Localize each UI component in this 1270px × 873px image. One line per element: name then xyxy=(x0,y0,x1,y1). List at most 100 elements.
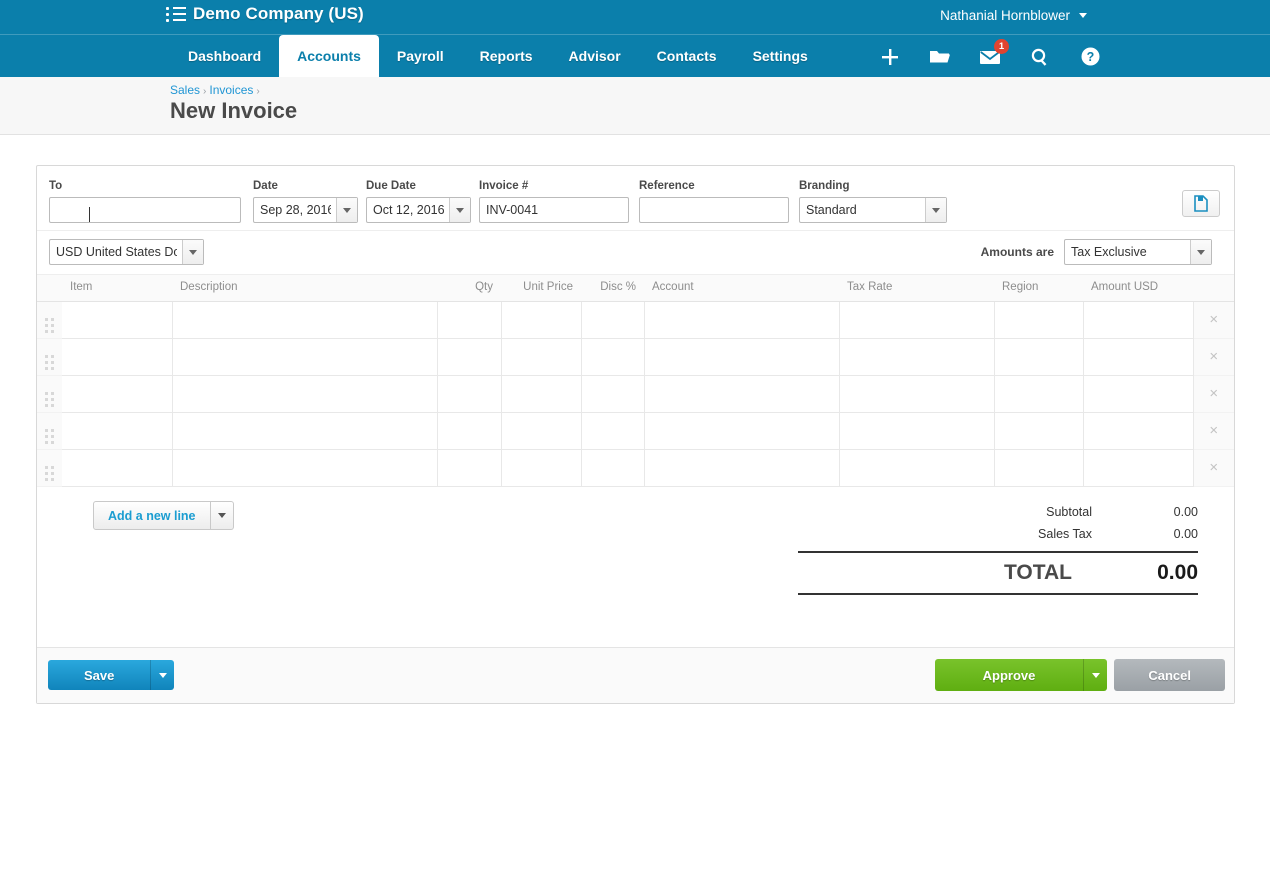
plus-icon[interactable] xyxy=(878,45,902,69)
save-button[interactable]: Save xyxy=(48,660,150,690)
row-delete-button[interactable]: × xyxy=(1193,413,1234,450)
cell-qty[interactable] xyxy=(437,413,501,450)
nav-tab-contacts[interactable]: Contacts xyxy=(639,35,735,78)
cell-amount[interactable] xyxy=(1083,450,1193,487)
close-icon[interactable]: × xyxy=(1209,312,1218,327)
cell-description[interactable] xyxy=(172,302,437,339)
add-new-line-button[interactable]: Add a new line xyxy=(93,501,211,530)
attachment-button[interactable] xyxy=(1182,190,1220,217)
nav-tab-dashboard[interactable]: Dashboard xyxy=(170,35,279,78)
branding-select[interactable] xyxy=(799,197,947,223)
cell-tax-rate[interactable] xyxy=(839,413,994,450)
cell-amount[interactable] xyxy=(1083,302,1193,339)
cell-description[interactable] xyxy=(172,376,437,413)
invoice-number-input[interactable] xyxy=(479,197,629,223)
cell-account[interactable] xyxy=(644,302,839,339)
breadcrumb-link-sales[interactable]: Sales xyxy=(170,83,200,97)
row-delete-button[interactable]: × xyxy=(1193,376,1234,413)
cell-disc[interactable] xyxy=(581,339,644,376)
currency-select[interactable] xyxy=(49,239,204,265)
date-select[interactable] xyxy=(253,197,358,223)
cell-qty[interactable] xyxy=(437,450,501,487)
row-drag-handle[interactable] xyxy=(37,339,62,376)
cell-account[interactable] xyxy=(644,450,839,487)
list-menu-icon[interactable] xyxy=(166,6,186,22)
branding-dropdown-button[interactable] xyxy=(925,198,946,222)
cell-region[interactable] xyxy=(994,450,1083,487)
cell-amount[interactable] xyxy=(1083,376,1193,413)
due-date-dropdown-button[interactable] xyxy=(449,198,470,222)
cell-account[interactable] xyxy=(644,413,839,450)
cell-description[interactable] xyxy=(172,339,437,376)
cell-amount[interactable] xyxy=(1083,413,1193,450)
cell-tax-rate[interactable] xyxy=(839,339,994,376)
envelope-icon[interactable]: 1 xyxy=(978,45,1002,69)
folder-icon[interactable] xyxy=(928,45,952,69)
cell-item[interactable] xyxy=(62,413,172,450)
close-icon[interactable]: × xyxy=(1209,460,1218,475)
row-drag-handle[interactable] xyxy=(37,450,62,487)
amounts-are-select[interactable] xyxy=(1064,239,1212,265)
cell-qty[interactable] xyxy=(437,376,501,413)
cell-qty[interactable] xyxy=(437,339,501,376)
row-delete-button[interactable]: × xyxy=(1193,450,1234,487)
amounts-are-dropdown-button[interactable] xyxy=(1190,240,1211,264)
close-icon[interactable]: × xyxy=(1209,386,1218,401)
nav-tab-reports[interactable]: Reports xyxy=(462,35,551,78)
row-delete-button[interactable]: × xyxy=(1193,339,1234,376)
drag-dots-icon[interactable] xyxy=(45,429,54,444)
cell-tax-rate[interactable] xyxy=(839,302,994,339)
cell-unit-price[interactable] xyxy=(501,339,581,376)
cell-disc[interactable] xyxy=(581,413,644,450)
cell-region[interactable] xyxy=(994,376,1083,413)
date-dropdown-button[interactable] xyxy=(336,198,357,222)
cell-account[interactable] xyxy=(644,376,839,413)
approve-button[interactable]: Approve xyxy=(935,659,1084,691)
cell-tax-rate[interactable] xyxy=(839,376,994,413)
cell-description[interactable] xyxy=(172,450,437,487)
to-input[interactable] xyxy=(49,197,241,223)
cell-disc[interactable] xyxy=(581,376,644,413)
close-icon[interactable]: × xyxy=(1209,349,1218,364)
approve-dropdown-button[interactable] xyxy=(1083,659,1107,691)
nav-tab-accounts[interactable]: Accounts xyxy=(279,35,379,78)
breadcrumb-link-invoices[interactable]: Invoices xyxy=(209,83,253,97)
nav-tab-settings[interactable]: Settings xyxy=(735,35,826,78)
row-drag-handle[interactable] xyxy=(37,376,62,413)
cell-region[interactable] xyxy=(994,302,1083,339)
organisation-name[interactable]: Demo Company (US) xyxy=(193,4,364,24)
cell-unit-price[interactable] xyxy=(501,376,581,413)
cell-tax-rate[interactable] xyxy=(839,450,994,487)
drag-dots-icon[interactable] xyxy=(45,392,54,407)
user-menu[interactable]: Nathanial Hornblower xyxy=(940,8,1087,23)
row-drag-handle[interactable] xyxy=(37,413,62,450)
reference-input[interactable] xyxy=(639,197,789,223)
close-icon[interactable]: × xyxy=(1209,423,1218,438)
cell-disc[interactable] xyxy=(581,450,644,487)
row-delete-button[interactable]: × xyxy=(1193,302,1234,339)
cell-item[interactable] xyxy=(62,339,172,376)
save-dropdown-button[interactable] xyxy=(150,660,174,690)
nav-tab-advisor[interactable]: Advisor xyxy=(551,35,639,78)
cell-unit-price[interactable] xyxy=(501,450,581,487)
nav-tab-payroll[interactable]: Payroll xyxy=(379,35,462,78)
drag-dots-icon[interactable] xyxy=(45,355,54,370)
cell-account[interactable] xyxy=(644,339,839,376)
currency-dropdown-button[interactable] xyxy=(182,240,203,264)
cell-item[interactable] xyxy=(62,450,172,487)
cell-region[interactable] xyxy=(994,339,1083,376)
search-icon[interactable] xyxy=(1028,45,1052,69)
cell-item[interactable] xyxy=(62,376,172,413)
cancel-button[interactable]: Cancel xyxy=(1114,659,1225,691)
row-drag-handle[interactable] xyxy=(37,302,62,339)
add-new-line-dropdown-button[interactable] xyxy=(211,501,234,530)
cell-amount[interactable] xyxy=(1083,339,1193,376)
currency-input[interactable] xyxy=(49,239,204,265)
cell-item[interactable] xyxy=(62,302,172,339)
cell-region[interactable] xyxy=(994,413,1083,450)
cell-unit-price[interactable] xyxy=(501,302,581,339)
cell-unit-price[interactable] xyxy=(501,413,581,450)
cell-description[interactable] xyxy=(172,413,437,450)
due-date-select[interactable] xyxy=(366,197,471,223)
drag-dots-icon[interactable] xyxy=(45,466,54,481)
